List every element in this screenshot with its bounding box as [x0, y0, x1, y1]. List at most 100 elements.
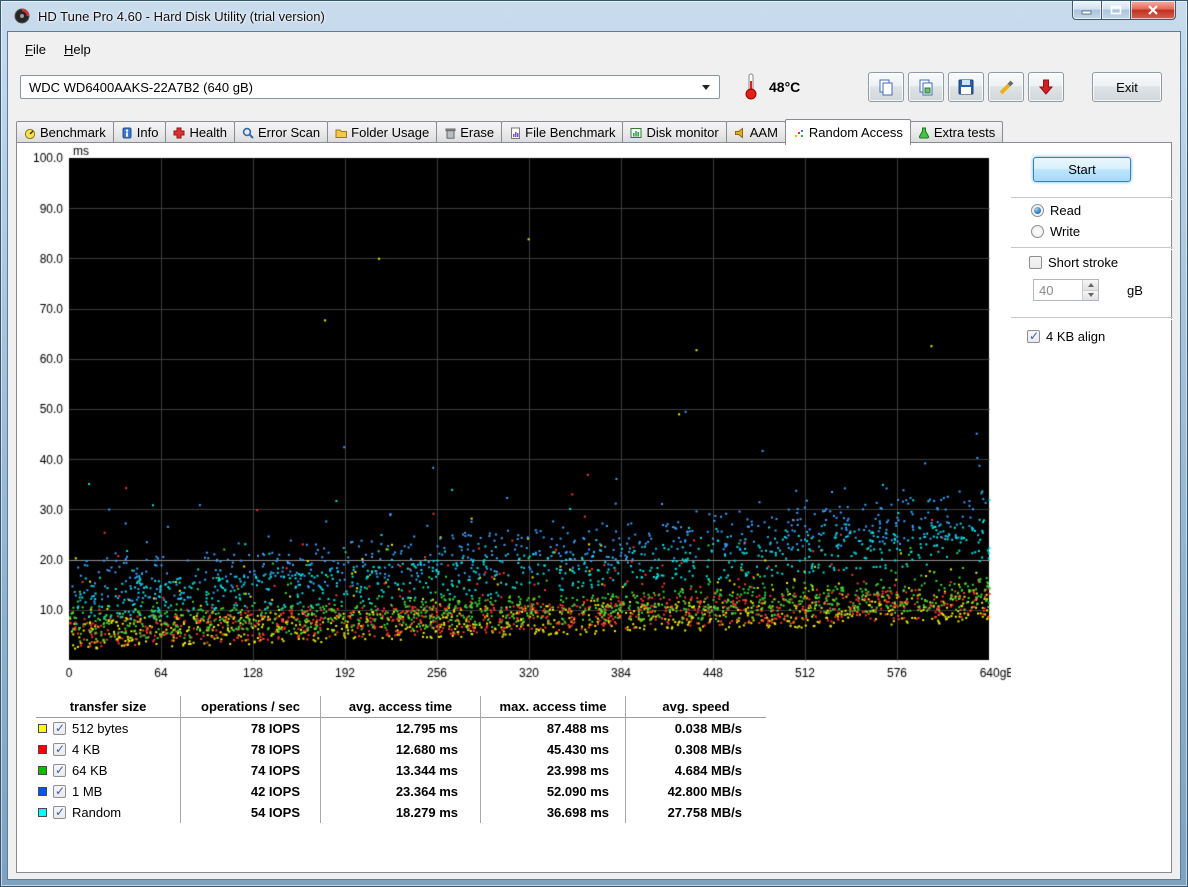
menu-file[interactable]: File — [16, 39, 55, 60]
ops-value: 78 IOPS — [181, 718, 321, 739]
series-color-swatch — [38, 808, 47, 817]
app-icon — [14, 8, 30, 24]
read-radio[interactable] — [1031, 204, 1044, 217]
write-option[interactable]: Write — [1031, 224, 1080, 239]
red-down-arrow-icon — [1036, 77, 1056, 97]
table-row: 4 KB 78 IOPS 12.680 ms 45.430 ms 0.308 M… — [36, 739, 766, 760]
series-checkbox[interactable] — [53, 722, 66, 735]
tab-random-access[interactable]: Random Access — [785, 119, 911, 145]
ops-value: 54 IOPS — [181, 802, 321, 823]
series-label: 512 bytes — [72, 721, 128, 736]
benchmark-icon — [24, 127, 36, 139]
up-arrow-icon — [1088, 283, 1094, 287]
read-option[interactable]: Read — [1031, 203, 1081, 218]
copy-info-button[interactable] — [868, 72, 904, 102]
ops-value: 74 IOPS — [181, 760, 321, 781]
avg-access-value: 18.279 ms — [321, 802, 481, 823]
tab-aam[interactable]: AAM — [726, 121, 786, 143]
spinner-down-button[interactable] — [1083, 291, 1098, 301]
tab-info[interactable]: Info — [113, 121, 167, 143]
series-label: 1 MB — [72, 784, 102, 799]
options-button[interactable] — [988, 72, 1024, 102]
tab-folder-usage[interactable]: Folder Usage — [327, 121, 437, 143]
avg-access-value: 13.344 ms — [321, 760, 481, 781]
series-checkbox[interactable] — [53, 785, 66, 798]
table-row: 64 KB 74 IOPS 13.344 ms 23.998 ms 4.684 … — [36, 760, 766, 781]
table-row: Random 54 IOPS 18.279 ms 36.698 ms 27.75… — [36, 802, 766, 823]
tab-disk-monitor[interactable]: Disk monitor — [622, 121, 726, 143]
spinner-up-button[interactable] — [1083, 280, 1098, 291]
copy-screenshot-button[interactable] — [908, 72, 944, 102]
spinner-buttons — [1082, 280, 1098, 300]
temperature-value: 48°C — [769, 79, 800, 95]
tab-health[interactable]: Health — [165, 121, 235, 143]
short-stroke-size-input[interactable] — [1034, 280, 1082, 300]
series-checkbox[interactable] — [53, 764, 66, 777]
exit-button[interactable]: Exit — [1092, 72, 1162, 102]
avg-speed-value: 4.684 MB/s — [626, 760, 766, 781]
tab-label: AAM — [750, 125, 778, 140]
col-header-avg-speed: avg. speed — [626, 696, 766, 718]
avg-access-value: 23.364 ms — [321, 781, 481, 802]
file-chart-icon — [509, 127, 521, 139]
flask-icon — [918, 127, 930, 139]
minimize-icon — [1081, 5, 1093, 15]
folder-icon — [335, 127, 347, 139]
max-access-value: 45.430 ms — [481, 739, 626, 760]
scatter-dots-icon — [793, 127, 805, 139]
speaker-icon — [734, 127, 746, 139]
tab-erase[interactable]: Erase — [436, 121, 502, 143]
align-label: 4 KB align — [1046, 329, 1105, 344]
short-stroke-label: Short stroke — [1048, 255, 1118, 270]
copy-icon — [876, 77, 896, 97]
close-button[interactable] — [1130, 1, 1176, 20]
menu-help[interactable]: Help — [55, 39, 100, 60]
tab-label: Benchmark — [40, 125, 106, 140]
separator — [1011, 197, 1173, 199]
align-checkbox[interactable] — [1027, 330, 1040, 343]
series-label: 64 KB — [72, 763, 107, 778]
title-bar[interactable]: HD Tune Pro 4.60 - Hard Disk Utility (tr… — [0, 0, 1188, 32]
avg-speed-value: 0.308 MB/s — [626, 739, 766, 760]
series-label: 4 KB — [72, 742, 100, 757]
down-arrow-icon — [1088, 293, 1094, 297]
wrench-icon — [996, 77, 1016, 97]
toolbar-buttons — [868, 72, 1064, 102]
drive-selector[interactable]: WDC WD6400AAKS-22A7B2 (640 gB) — [20, 75, 720, 99]
series-checkbox[interactable] — [53, 806, 66, 819]
max-access-value: 52.090 ms — [481, 781, 626, 802]
separator — [1011, 317, 1173, 319]
series-color-swatch — [38, 745, 47, 754]
maximize-button[interactable] — [1102, 1, 1130, 20]
table-row: 512 bytes 78 IOPS 12.795 ms 87.488 ms 0.… — [36, 718, 766, 739]
tab-label: Erase — [460, 125, 494, 140]
short-stroke-size-field — [1033, 279, 1099, 301]
write-radio[interactable] — [1031, 225, 1044, 238]
ops-value: 42 IOPS — [181, 781, 321, 802]
max-access-value: 23.998 ms — [481, 760, 626, 781]
maximize-icon — [1110, 5, 1122, 15]
short-stroke-checkbox[interactable] — [1029, 256, 1042, 269]
close-icon — [1147, 5, 1159, 15]
tab-error-scan[interactable]: Error Scan — [234, 121, 328, 143]
start-button[interactable]: Start — [1033, 157, 1131, 182]
monitor-chart-icon — [630, 127, 642, 139]
save-results-button[interactable] — [1028, 72, 1064, 102]
tab-strip: Benchmark Info Health Error Scan Folder … — [16, 120, 1002, 143]
align-option[interactable]: 4 KB align — [1027, 329, 1105, 344]
tab-extra-tests[interactable]: Extra tests — [910, 121, 1003, 143]
short-stroke-option[interactable]: Short stroke — [1029, 255, 1118, 270]
tab-label: Disk monitor — [646, 125, 718, 140]
chevron-down-icon — [702, 85, 710, 90]
app-window: HD Tune Pro 4.60 - Hard Disk Utility (tr… — [0, 0, 1188, 887]
info-icon — [121, 127, 133, 139]
max-access-value: 36.698 ms — [481, 802, 626, 823]
minimize-button[interactable] — [1072, 1, 1102, 20]
avg-speed-value: 42.800 MB/s — [626, 781, 766, 802]
series-checkbox[interactable] — [53, 743, 66, 756]
save-screenshot-button[interactable] — [948, 72, 984, 102]
tab-label: Random Access — [809, 125, 903, 140]
col-header-operations: operations / sec — [181, 696, 321, 718]
tab-benchmark[interactable]: Benchmark — [16, 121, 114, 143]
tab-file-benchmark[interactable]: File Benchmark — [501, 121, 623, 143]
